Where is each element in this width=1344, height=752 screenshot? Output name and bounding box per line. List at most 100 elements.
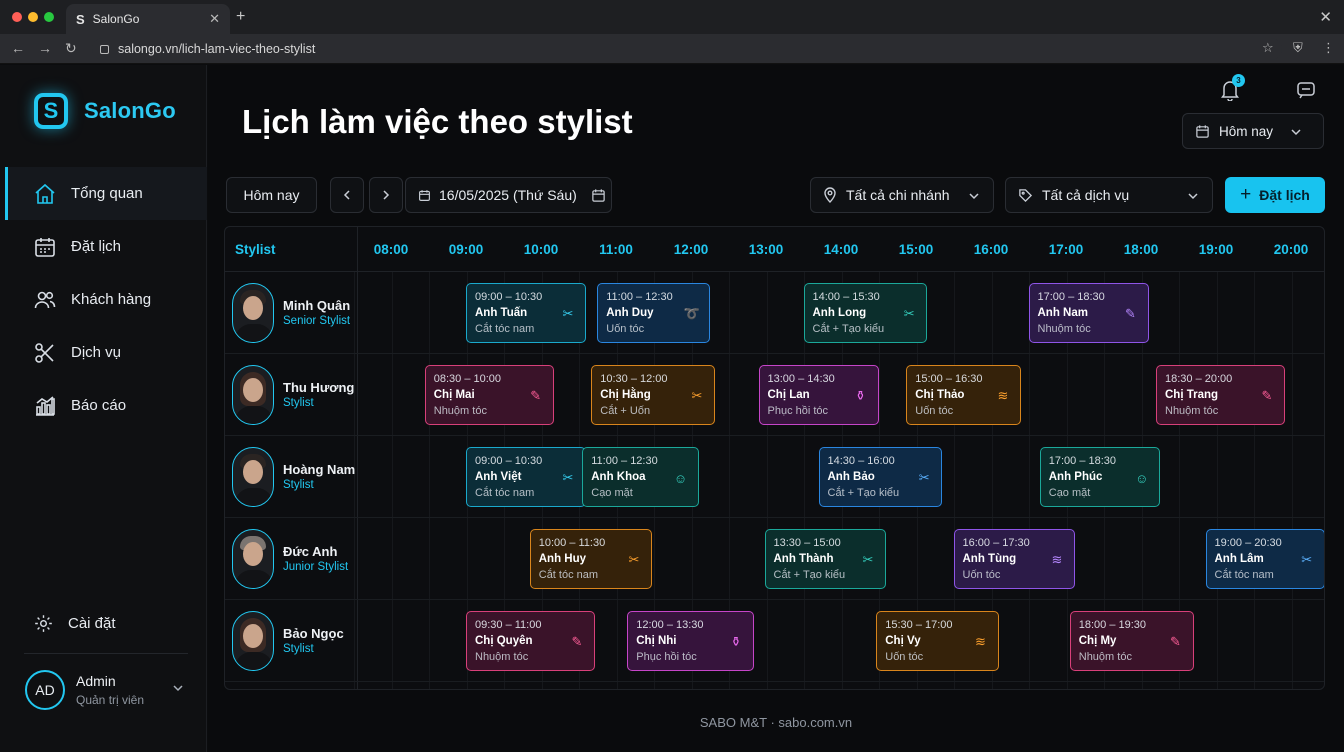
hour-label: 09:00	[448, 242, 484, 257]
appointment-card[interactable]: 15:00 – 16:30 Chị Thảo Uốn tóc ≋	[906, 365, 1021, 425]
prev-day-button[interactable]	[330, 177, 364, 213]
sidebar-divider	[24, 653, 188, 654]
appointment-service: Uốn tóc	[915, 405, 954, 417]
window-zoom-dot[interactable]	[44, 12, 54, 22]
calendar-icon	[592, 188, 605, 202]
appointment-card[interactable]: 13:30 – 15:00 Anh Thành Cắt + Tạo kiểu ✂	[764, 529, 886, 589]
appointment-card[interactable]: 18:00 – 19:30 Chị My Nhuộm tóc ✎	[1069, 611, 1194, 671]
scissors-icon: ✂	[903, 306, 915, 321]
window-minimize-dot[interactable]	[28, 12, 38, 22]
sidebar-item-label: Đặt lịch	[71, 238, 122, 255]
message-icon[interactable]	[1296, 80, 1316, 100]
sidebar-item-overview[interactable]: Tổng quan	[5, 167, 207, 220]
appointment-card[interactable]: 12:00 – 13:30 Chị Nhi Phục hồi tóc ⚱	[627, 611, 754, 671]
next-day-button[interactable]	[369, 177, 403, 213]
service-select[interactable]: Tất cả dịch vụ	[1005, 177, 1213, 213]
wave-icon: ≋	[975, 634, 986, 649]
appointment-service: Cắt + Tạo kiểu	[773, 569, 846, 581]
appointment-card[interactable]: 14:30 – 16:00 Anh Bảo Cắt + Tạo kiểu ✂	[818, 447, 943, 507]
period-value: Hôm nay	[1219, 123, 1274, 139]
appointment-card[interactable]: 19:00 – 20:30 Anh Lâm Cắt tóc nam ✂	[1205, 529, 1324, 589]
window-close-dot[interactable]	[12, 12, 22, 22]
user-menu[interactable]: AD Admin Quản trị viên	[25, 670, 190, 710]
address-bar[interactable]: salongo.vn/lich-lam-viec-theo-stylist	[92, 38, 1282, 60]
stylist-avatar	[232, 447, 274, 507]
bookmark-star-icon[interactable]: ☆	[1262, 40, 1274, 56]
appointment-service: Cắt + Uốn	[600, 405, 651, 417]
appointment-card[interactable]: 16:00 – 17:30 Anh Tùng Uốn tóc ≋	[953, 529, 1075, 589]
brand[interactable]: S SalonGo	[34, 93, 176, 129]
appointment-card[interactable]: 09:00 – 10:30 Anh Tuấn Cắt tóc nam ✂	[466, 283, 586, 343]
appointment-time: 19:00 – 20:30	[1214, 537, 1282, 549]
reload-icon[interactable]: ↻	[65, 40, 77, 57]
branch-select[interactable]: Tất cả chi nhánh	[810, 177, 994, 213]
period-select[interactable]: Hôm nay	[1182, 113, 1324, 149]
appointment-service: Cắt + Tạo kiểu	[827, 487, 900, 499]
dye-brush-icon: ✎	[571, 634, 583, 649]
stylist-schedule-grid: Stylist 08:00 09:00 10:00 11:00 12:00 13:00 14…	[224, 226, 1325, 690]
appointment-service: Phục hồi tóc	[767, 405, 829, 417]
hour-label: 14:00	[823, 242, 859, 257]
appointment-card[interactable]: 09:30 – 11:00 Chị Quyên Nhuộm tóc ✎	[466, 611, 595, 671]
users-icon	[33, 288, 57, 312]
extension-icon[interactable]: ⛨	[1293, 40, 1303, 56]
appointment-card[interactable]: 08:30 – 10:00 Chị Mai Nhuộm tóc ✎	[424, 365, 554, 425]
sidebar: S SalonGo Tổng quan Đặt lịch Khách hàng	[0, 65, 207, 752]
new-tab-icon[interactable]: +	[236, 8, 245, 26]
dye-brush-icon: ✎	[1170, 634, 1181, 649]
appointment-card[interactable]: 13:00 – 14:30 Chị Lan Phục hồi tóc ⚱	[758, 365, 879, 425]
sidebar-item-services[interactable]: Dịch vụ	[5, 326, 207, 379]
scissors-icon: ✂	[862, 552, 874, 567]
sidebar-item-customers[interactable]: Khách hàng	[5, 273, 207, 326]
appointment-card[interactable]: 09:00 – 10:30 Anh Việt Cắt tóc nam ✂	[466, 447, 586, 507]
appointment-card[interactable]: 17:00 – 18:30 Anh Phúc Cạo mặt ☺	[1039, 447, 1160, 507]
appointment-card[interactable]: 11:00 – 12:30 Anh Duy Uốn tóc ➰	[597, 283, 710, 343]
appointment-service: Nhuộm tóc	[1037, 323, 1091, 335]
forward-icon[interactable]: →	[38, 40, 52, 56]
settings-label: Cài đặt	[68, 615, 116, 632]
appointment-card[interactable]: 11:00 – 12:30 Anh Khoa Cạo mặt ☺	[582, 447, 699, 507]
hour-label: 12:00	[673, 242, 709, 257]
face-shave-icon: ☺	[1135, 470, 1149, 486]
appointment-card[interactable]: 10:00 – 11:30 Anh Huy Cắt tóc nam ✂	[529, 529, 652, 589]
appointment-card[interactable]: 15:30 – 17:00 Chị Vy Uốn tóc ≋	[876, 611, 999, 671]
scissors-icon: ✂	[562, 470, 574, 485]
browser-tab[interactable]: S SalonGo ✕	[66, 4, 230, 34]
appointment-card[interactable]: 10:30 – 12:00 Chị Hằng Cắt + Uốn ✂	[591, 365, 715, 425]
sidebar-item-reports[interactable]: Báo cáo	[5, 379, 207, 432]
appointment-service: Cắt + Tạo kiểu	[812, 323, 885, 335]
appointment-service: Phục hồi tóc	[636, 651, 697, 663]
calendar-icon	[1196, 124, 1209, 138]
appointment-service: Cắt tóc nam	[475, 487, 535, 499]
appointment-card[interactable]: 14:00 – 15:30 Anh Long Cắt + Tạo kiểu ✂	[803, 283, 928, 343]
dye-brush-icon: ✎	[1261, 388, 1273, 403]
appointment-card[interactable]: 17:00 – 18:30 Anh Nam Nhuộm tóc ✎	[1028, 283, 1149, 343]
today-button[interactable]: Hôm nay	[226, 177, 317, 213]
window-close-icon[interactable]: ✕	[1319, 8, 1332, 26]
stylist-name: Hoàng Nam	[283, 462, 356, 477]
hour-label: 18:00	[1123, 242, 1159, 257]
curl-icon: ➰	[683, 306, 700, 321]
date-picker[interactable]: 16/05/2025 (Thứ Sáu)	[405, 177, 612, 213]
scissors-icon: ✂	[628, 552, 640, 567]
sidebar-item-label: Khách hàng	[71, 291, 152, 308]
stylist-name: Đức Anh	[283, 544, 338, 559]
appointment-time: 11:00 – 12:30	[591, 455, 658, 467]
sidebar-item-settings[interactable]: Cài đặt	[33, 613, 116, 634]
stylist-role: Stylist	[283, 479, 314, 491]
book-appointment-button[interactable]: + Đặt lịch	[1225, 177, 1325, 213]
browser-menu-icon[interactable]: ⋮	[1322, 40, 1335, 56]
appointment-time: 15:30 – 17:00	[885, 619, 953, 631]
appointment-service: Uốn tóc	[606, 323, 645, 335]
service-value: Tất cả dịch vụ	[1042, 187, 1130, 203]
hour-label: 11:00	[599, 242, 633, 257]
stylist-role: Stylist	[283, 643, 314, 655]
tab-close-icon[interactable]: ✕	[209, 11, 220, 27]
branch-value: Tất cả chi nhánh	[846, 187, 950, 203]
stylist-row: Minh Quân Senior Stylist 09:00 – 10:30 Anh …	[225, 272, 1324, 354]
appointment-card[interactable]: 18:30 – 20:00 Chị Trang Nhuộm tóc ✎	[1156, 365, 1285, 425]
back-icon[interactable]: ←	[11, 40, 25, 56]
sidebar-item-booking[interactable]: Đặt lịch	[5, 220, 207, 273]
chevron-left-icon	[343, 190, 350, 200]
chevron-down-icon	[1188, 193, 1198, 200]
